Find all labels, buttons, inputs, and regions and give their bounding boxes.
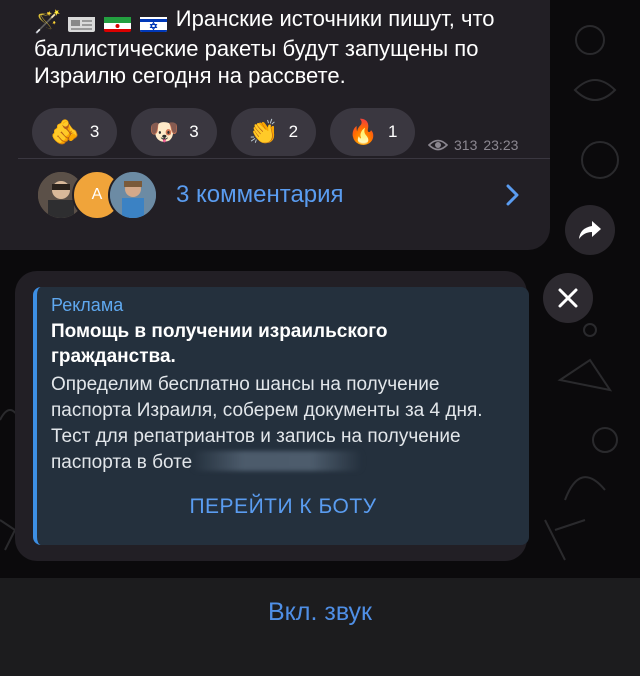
- wand-emoji: 🪄: [34, 9, 62, 34]
- ad-body: Определим бесплатно шансы на получение п…: [51, 374, 483, 473]
- chevron-right-icon: [505, 183, 521, 214]
- avatar: [108, 170, 158, 220]
- message-prefix: 🪄: [34, 8, 170, 35]
- view-count: 313: [454, 137, 478, 153]
- message-time: 23:23: [483, 137, 519, 153]
- message-text-block: 🪄 Иранские источники пишут, что баллисти…: [34, 5, 534, 89]
- sponsored-message: Реклама Помощь в получении израильского …: [15, 271, 529, 561]
- close-ad-button[interactable]: [543, 273, 593, 323]
- unmute-button[interactable]: Вкл. звук: [0, 598, 640, 627]
- divider: [18, 158, 550, 159]
- close-icon: [558, 288, 578, 308]
- reaction-fire[interactable]: 🔥 1: [330, 108, 416, 156]
- channel-message: 🪄 Иранские источники пишут, что баллисти…: [0, 0, 550, 250]
- comments-button[interactable]: A 3 комментария: [36, 170, 344, 220]
- ad-title: Помощь в получении израильского гражданс…: [51, 321, 388, 367]
- bottom-bar: Вкл. звук: [0, 578, 640, 676]
- reaction-dog[interactable]: 🐶 3: [131, 108, 217, 156]
- reaction-point[interactable]: 🫵 3: [32, 108, 118, 156]
- share-arrow-icon: [579, 221, 601, 239]
- go-to-bot-button[interactable]: ПЕРЕЙТИ К БОТУ: [37, 495, 529, 519]
- iran-flag-icon: [103, 14, 131, 33]
- ad-label: Реклама: [51, 295, 124, 315]
- forward-button[interactable]: [565, 205, 615, 255]
- blurred-bot-name: [192, 451, 363, 471]
- israel-flag-icon: [139, 14, 167, 33]
- reaction-clap[interactable]: 👏 2: [230, 108, 317, 156]
- ad-card[interactable]: Реклама Помощь в получении израильского …: [33, 287, 529, 545]
- comments-label: 3 комментария: [176, 181, 344, 208]
- reactions-row: 🫵 3 🐶 3 👏 2 🔥 1: [32, 108, 416, 156]
- newspaper-icon: [67, 14, 95, 33]
- eye-icon: [428, 139, 448, 151]
- message-meta: 313 23:23: [428, 137, 518, 153]
